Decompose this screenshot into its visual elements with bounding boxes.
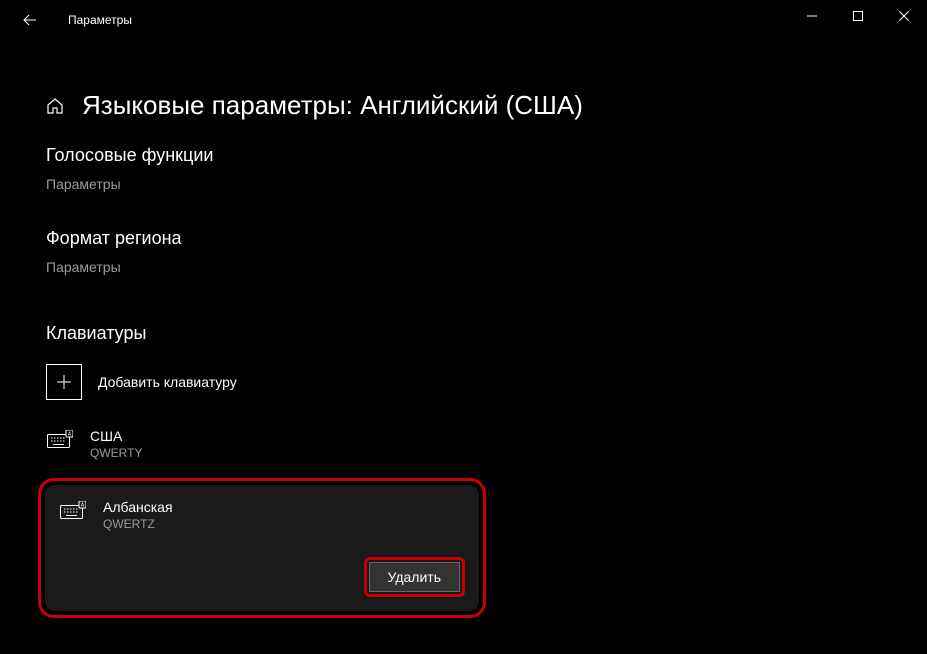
window-controls [789,0,927,32]
header-row: Языковые параметры: Английский (США) [46,90,881,121]
keyboard-name: США [90,428,142,444]
delete-button[interactable]: Удалить [369,562,460,592]
keyboards-section-title: Клавиатуры [46,323,881,344]
keyboard-item-albanian-card[interactable]: A Албанская QWERTZ Удалить [45,485,479,611]
plus-icon [56,374,72,390]
close-icon [899,11,909,21]
region-section-title: Формат региона [46,228,881,249]
back-button[interactable] [12,2,48,38]
keyboard-name: Албанская [103,499,173,515]
voice-section-title: Голосовые функции [46,145,881,166]
maximize-icon [853,11,863,21]
keyboard-layout: QWERTY [90,446,142,460]
voice-settings-link[interactable]: Параметры [46,176,121,192]
keyboard-item-usa[interactable]: A США QWERTY [46,422,881,466]
home-button[interactable] [46,97,64,115]
maximize-button[interactable] [835,0,881,32]
keyboard-icon: A [59,501,87,519]
region-settings-link[interactable]: Параметры [46,259,121,275]
button-row: Удалить [59,557,465,597]
titlebar: Параметры [0,0,927,40]
add-keyboard-label: Добавить клавиатуру [98,374,237,390]
keyboard-item-albanian: A Албанская QWERTZ [59,499,465,531]
close-button[interactable] [881,0,927,32]
page-title: Языковые параметры: Английский (США) [82,90,583,121]
add-keyboard-button[interactable]: Добавить клавиатуру [46,364,881,400]
minimize-icon [807,11,817,21]
minimize-button[interactable] [789,0,835,32]
home-icon [46,97,64,115]
keyboard-layout: QWERTZ [103,517,173,531]
selected-highlight: A Албанская QWERTZ Удалить [38,478,486,618]
content: Языковые параметры: Английский (США) Гол… [0,40,927,618]
delete-highlight: Удалить [364,557,465,597]
plus-box [46,364,82,400]
app-title: Параметры [68,13,132,27]
arrow-left-icon [23,13,37,27]
keyboard-icon: A [46,430,74,448]
